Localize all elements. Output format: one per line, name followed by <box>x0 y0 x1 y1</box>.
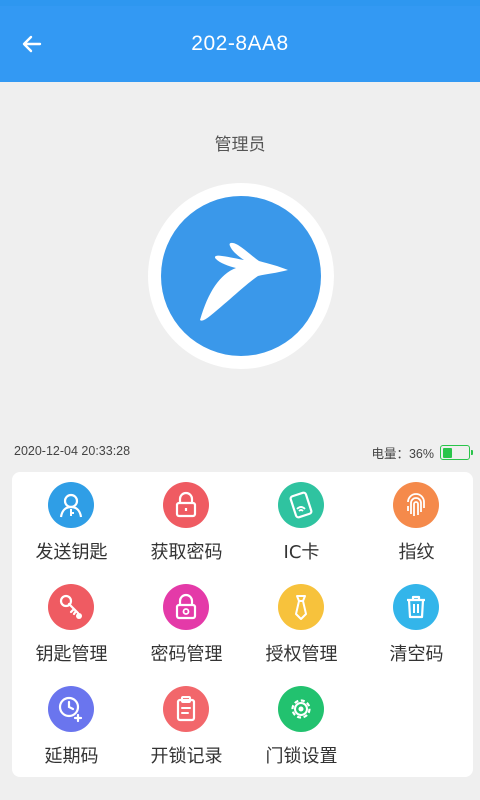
menu-icon-bg <box>393 584 439 630</box>
menu-icon-bg <box>48 686 94 732</box>
battery-status: 电量：36% <box>371 443 473 462</box>
datetime-text: 2020-12-04 20:33:28 <box>14 444 131 458</box>
menu-label: 授权管理 <box>265 644 338 665</box>
device-info-row: 2020-12-04 20:33:28 电量：36% <box>0 442 480 462</box>
menu-item-fingerprint[interactable]: 指纹 <box>359 472 474 574</box>
lock-icon <box>175 491 197 518</box>
gear-icon <box>291 699 311 719</box>
menu-label: 指纹 <box>398 542 435 563</box>
menu-icon-bg <box>163 686 209 732</box>
menu-item-key-management[interactable]: 钥匙管理 <box>14 574 129 676</box>
avatar-circle <box>161 196 321 356</box>
page-title: 202-8AA8 <box>191 32 289 55</box>
rabbit-logo-icon <box>200 242 288 321</box>
menu-icon-bg <box>278 482 324 528</box>
menu-label: 清空码 <box>389 644 444 665</box>
menu-label: 获取密码 <box>150 542 223 563</box>
menu-label: 发送钥匙 <box>35 542 108 563</box>
menu-item-password-management[interactable]: 密码管理 <box>129 574 244 676</box>
menu-label: 门锁设置 <box>265 746 338 767</box>
menu-item-ic-card[interactable]: IC卡 <box>244 472 359 574</box>
battery-fill <box>442 447 452 458</box>
key-user-icon <box>59 493 83 518</box>
menu-item-unlock-records[interactable]: 开锁记录 <box>129 676 244 778</box>
menu-icon-bg <box>393 482 439 528</box>
app-header: 202-8AA8 <box>0 6 480 82</box>
tie-icon <box>295 595 307 620</box>
clock-plus-icon <box>58 696 83 723</box>
menu-label: 密码管理 <box>150 644 223 665</box>
menu-label: 开锁记录 <box>150 746 223 767</box>
avatar <box>148 183 334 369</box>
menu-item-lock-settings[interactable]: 门锁设置 <box>244 676 359 778</box>
battery-label: 电量：36% <box>371 447 434 461</box>
key-gear-icon <box>59 594 82 619</box>
menu-item-authorization-management[interactable]: 授权管理 <box>244 574 359 676</box>
clipboard-icon <box>176 696 196 722</box>
menu-icon-bg <box>163 584 209 630</box>
menu-item-clear-code[interactable]: 清空码 <box>359 574 474 676</box>
battery-icon <box>440 445 473 460</box>
menu-icon-bg <box>48 482 94 528</box>
menu-label: 延期码 <box>44 746 99 767</box>
menu-item-extension-code[interactable]: 延期码 <box>14 676 129 778</box>
trash-icon <box>407 595 425 619</box>
function-grid: 发送钥匙 获取密码 IC卡 指纹 钥匙管理 密码管理 授权管理 清空码 延期码 … <box>12 472 473 777</box>
menu-icon-bg <box>278 584 324 630</box>
menu-label: 钥匙管理 <box>35 644 108 665</box>
ic-card-icon <box>289 491 313 519</box>
menu-item-send-key[interactable]: 发送钥匙 <box>14 472 129 574</box>
menu-icon-bg <box>278 686 324 732</box>
role-label: 管理员 <box>214 135 266 155</box>
menu-icon-bg <box>163 482 209 528</box>
lock-gear-icon <box>175 593 197 620</box>
menu-icon-bg <box>48 584 94 630</box>
menu-item-get-password[interactable]: 获取密码 <box>129 472 244 574</box>
menu-label: IC卡 <box>283 542 320 563</box>
fingerprint-icon <box>407 493 425 516</box>
